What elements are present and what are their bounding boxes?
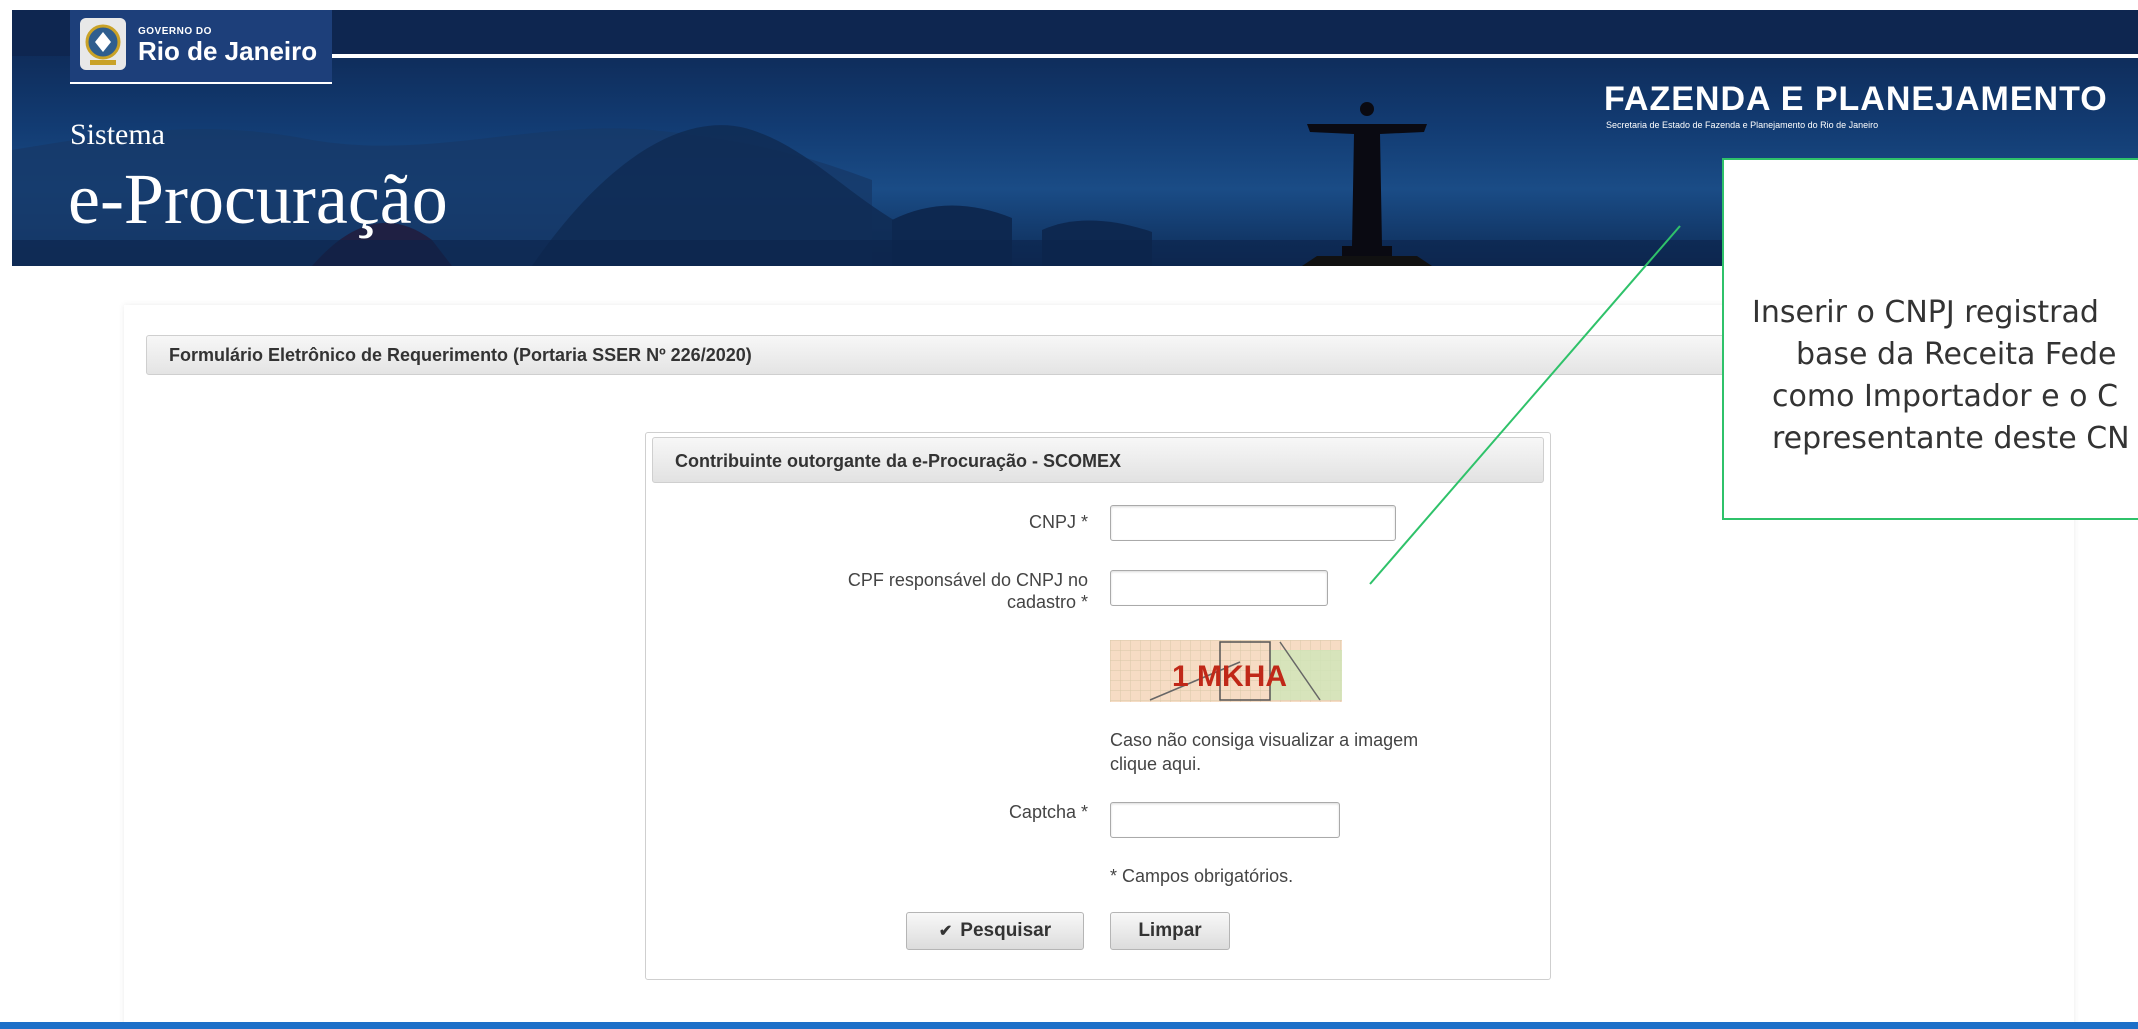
clear-button[interactable]: Limpar (1110, 912, 1230, 950)
captcha-image[interactable]: 1 MKHA (1110, 640, 1342, 702)
callout-line3: como Importador e o C (1772, 379, 2119, 414)
bottom-bar (0, 1022, 2138, 1029)
outer-panel-title: Formulário Eletrônico de Requerimento (P… (169, 345, 752, 365)
callout-line1: Inserir o CNPJ registrad (1752, 295, 2099, 330)
coat-of-arms-icon (80, 18, 126, 70)
required-note: * Campos obrigatórios. (1110, 866, 1294, 886)
top-strip (0, 0, 2138, 10)
captcha-hint-line1: Caso não consiga visualizar a imagem (1110, 730, 1419, 750)
header-rule (312, 54, 2138, 58)
cpf-input[interactable] (1110, 570, 1328, 606)
system-label: Sistema (70, 118, 165, 151)
callout-text: Inserir o CNPJ registrad base da Receita… (1752, 292, 2138, 460)
cnpj-label: CNPJ * (1028, 512, 1088, 532)
cpf-label-line1: CPF responsável do CNPJ no (847, 570, 1088, 590)
system-name: e-Procuração (68, 159, 448, 239)
cpf-label-line2: cadastro * (1006, 592, 1088, 612)
government-logo[interactable]: GOVERNO DO Rio de Janeiro (70, 10, 332, 84)
callout-line2: base da Receita Fede (1796, 337, 2117, 372)
clear-button-label: Limpar (1138, 920, 1202, 941)
captcha-text: 1 MKHA (1172, 660, 1287, 693)
form-panel-title: Contribuinte outorgante da e-Procuração … (675, 451, 1122, 471)
captcha-refresh-link[interactable]: clique aqui. (1110, 754, 1201, 775)
callout-line4: representante deste CN (1772, 421, 2130, 456)
search-button-label: Pesquisar (960, 920, 1052, 941)
check-icon: ✔ (938, 923, 953, 940)
captcha-input[interactable] (1110, 802, 1340, 838)
christ-statue-icon (1302, 102, 1432, 266)
captcha-label: Captcha * (1008, 802, 1088, 822)
search-button[interactable]: ✔ Pesquisar (906, 912, 1084, 950)
org-title: FAZENDA E PLANEJAMENTO (1604, 80, 2108, 118)
form-panel-header: Contribuinte outorgante da e-Procuração … (652, 437, 1544, 483)
cnpj-input[interactable] (1110, 505, 1396, 541)
org-subtitle: Secretaria de Estado de Fazenda e Planej… (1606, 120, 1879, 130)
form-panel (645, 432, 1551, 980)
logo-state-name: Rio de Janeiro (138, 36, 318, 66)
